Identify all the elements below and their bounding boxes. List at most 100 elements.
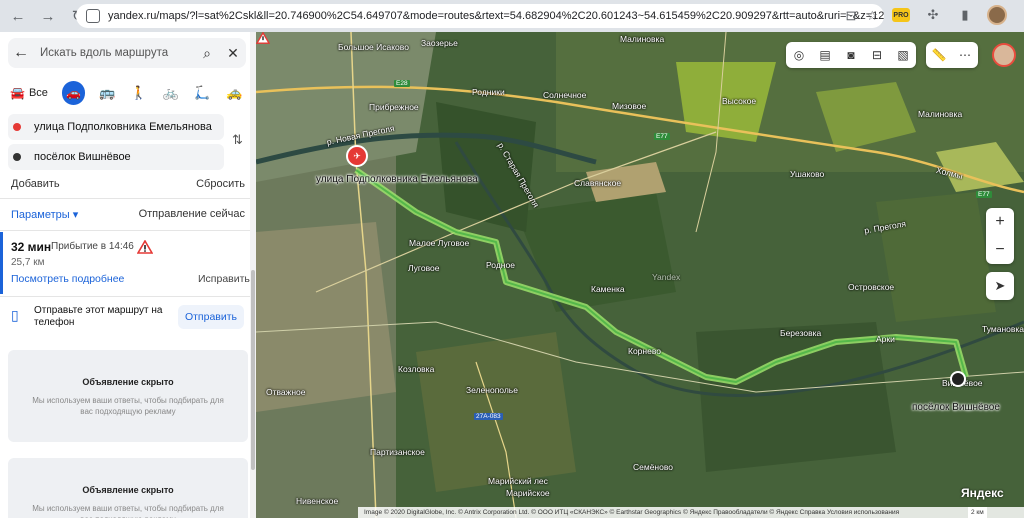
browser-toolbar: ← → ↻ yandex.ru/maps/?l=sat%2Cskl&ll=20.… <box>0 0 1024 32</box>
map-label: Корнево <box>628 346 661 356</box>
bicycle-icon[interactable]: 🚲 <box>155 81 187 105</box>
install-app-icon[interactable]: ⊡ <box>845 8 856 24</box>
map-label: Заозерье <box>421 38 458 48</box>
satellite-map[interactable]: Большое Исаково Заозерье Малиновка Прибр… <box>256 32 1024 518</box>
close-icon[interactable]: ✕ <box>220 45 246 62</box>
transport-mode-tabs: 🚘 Все 🚗 🚌 🚶 🚲 🛴 🚕 <box>10 80 250 106</box>
map-book-icon[interactable]: ▤ <box>812 42 838 68</box>
road-warning-icon[interactable] <box>256 32 270 44</box>
yandex-logo: Яндекс <box>961 486 1004 500</box>
route-details-link[interactable]: Посмотреть подробнее <box>11 273 124 285</box>
map-label: Малиновка <box>918 109 963 119</box>
map-label: Партизанское <box>370 447 425 457</box>
send-button[interactable]: Отправить <box>178 305 244 329</box>
car-bus-icon: 🚘 <box>10 86 25 100</box>
route-distance: 25,7 км <box>11 257 45 268</box>
site-settings-icon[interactable] <box>86 9 100 23</box>
search-placeholder[interactable]: Искать вдоль маршрута <box>34 47 194 59</box>
back-arrow-icon[interactable]: ← <box>6 4 30 28</box>
map-label: Тумановка <box>982 324 1024 334</box>
map-label: Луговое <box>408 263 440 273</box>
road-tag: E77 <box>976 191 992 198</box>
extensions-puzzle-icon[interactable]: ✣ <box>922 4 944 26</box>
map-label: Мизовое <box>612 101 647 111</box>
car-icon[interactable]: 🚗 <box>61 81 86 105</box>
map-label: Родное <box>486 260 515 270</box>
profile-avatar[interactable] <box>986 4 1008 26</box>
address-bar[interactable]: yandex.ru/maps/?l=sat%2Cskl&ll=20.746900… <box>76 4 884 28</box>
bus-icon[interactable]: 🚌 <box>91 81 123 105</box>
end-pin-icon[interactable] <box>950 371 966 387</box>
map-label: Марийское <box>506 488 550 498</box>
map-label: Островское <box>848 282 895 292</box>
ruler-icon[interactable]: 📏 <box>926 42 952 68</box>
warning-icon <box>137 240 153 254</box>
road-tag: E77 <box>654 133 670 140</box>
map-label: Ушаково <box>790 169 825 179</box>
route-search-field[interactable]: ← Искать вдоль маршрута ⌕ ✕ <box>8 38 246 68</box>
route-options: Параметры ▾ Отправление сейчас <box>11 208 245 221</box>
route-actions: Добавить Сбросить <box>11 178 245 190</box>
ad-text: Мы используем ваши ответы, чтобы подбира… <box>32 396 224 416</box>
swap-points-icon[interactable]: ⇅ <box>232 132 243 148</box>
ad-title: Объявление скрыто <box>82 377 174 387</box>
start-pin-icon[interactable]: ✈ <box>346 145 368 167</box>
reset-link[interactable]: Сбросить <box>196 178 245 190</box>
route-from-text: улица Подполковника Емельянова <box>34 121 212 133</box>
route-fix-link[interactable]: Исправить <box>198 273 250 285</box>
send-to-phone-text: Отправьте этот маршрут на телефон <box>34 305 163 328</box>
scooter-icon[interactable]: 🛴 <box>187 81 219 105</box>
map-attribution: Image © 2020 DigitalGlobe, Inc. © Antrix… <box>358 507 1024 518</box>
route-to-field[interactable]: посёлок Вишнёвое <box>8 144 224 170</box>
ad-title: Объявление скрыто <box>82 485 174 495</box>
sidebar-icon[interactable]: ▮ <box>954 4 976 26</box>
add-point-link[interactable]: Добавить <box>11 178 60 190</box>
panel-scroll-thumb[interactable] <box>251 270 255 470</box>
divider <box>0 198 255 199</box>
map-watermark: Yandex <box>652 272 681 282</box>
map-scale: 2 км <box>968 507 987 518</box>
map-label: Марийский лес <box>488 476 548 486</box>
map-layers-toolbar: ◎ ▤ ◙ ⊟ ▧ <box>786 42 916 68</box>
map-label: Березовка <box>780 328 822 338</box>
params-dropdown[interactable]: Параметры ▾ <box>11 208 78 221</box>
more-dots-icon[interactable]: ⋯ <box>952 42 978 68</box>
route-from-field[interactable]: улица Подполковника Емельянова <box>8 114 224 140</box>
route-panel: ← Искать вдоль маршрута ⌕ ✕ 🚘 Все 🚗 🚌 🚶 … <box>0 32 256 518</box>
zoom-controls: + − <box>986 208 1014 264</box>
end-label: посёлок Вишнёвое <box>912 402 1000 413</box>
user-avatar[interactable] <box>992 43 1016 67</box>
menu-dots-icon[interactable]: ⋮ <box>1018 4 1024 26</box>
map-label: Козловка <box>398 364 435 374</box>
traffic-icon[interactable]: ▧ <box>890 42 916 68</box>
route-to-text: посёлок Вишнёвое <box>34 151 131 163</box>
layers-icon[interactable]: ◎ <box>786 42 812 68</box>
bookmark-star-icon[interactable]: ☆ <box>866 8 878 24</box>
taxi-icon[interactable]: 🚕 <box>218 81 250 105</box>
map-label: Отважное <box>266 387 306 397</box>
transport-icon[interactable]: ⊟ <box>864 42 890 68</box>
map-label: Высокое <box>722 96 757 106</box>
panorama-icon[interactable]: ◙ <box>838 42 864 68</box>
zoom-out-icon[interactable]: − <box>986 236 1014 264</box>
road-tag: 27А-083 <box>474 413 503 420</box>
start-label: улица Подполковника Емельянова <box>316 174 478 185</box>
map-label: Малиновка <box>620 34 665 44</box>
start-point-icon <box>13 123 21 131</box>
depart-time-link[interactable]: Отправление сейчас <box>139 208 245 221</box>
extension-badge[interactable]: PRO <box>890 4 912 26</box>
url-text: yandex.ru/maps/?l=sat%2Cskl&ll=20.746900… <box>108 10 884 22</box>
forward-arrow-icon[interactable]: → <box>36 4 60 28</box>
back-arrow-icon[interactable]: ← <box>8 44 34 62</box>
route-duration: 32 мин <box>11 240 52 254</box>
send-to-phone: ▯ Отправьте этот маршрут на телефон Отпр… <box>0 298 248 338</box>
zoom-in-icon[interactable]: + <box>986 208 1014 236</box>
mode-all-tab[interactable]: 🚘 Все <box>10 86 62 100</box>
map-label: Каменка <box>591 284 625 294</box>
map-label: Малое Луговое <box>409 238 470 248</box>
walk-icon[interactable]: 🚶 <box>123 81 155 105</box>
map-label: Большое Исаково <box>338 42 409 52</box>
route-card[interactable]: 32 мин Прибытие в 14:46 25,7 км Посмотре… <box>0 232 250 294</box>
search-icon[interactable]: ⌕ <box>194 45 220 62</box>
locate-arrow-icon[interactable]: ➤ <box>986 272 1014 300</box>
